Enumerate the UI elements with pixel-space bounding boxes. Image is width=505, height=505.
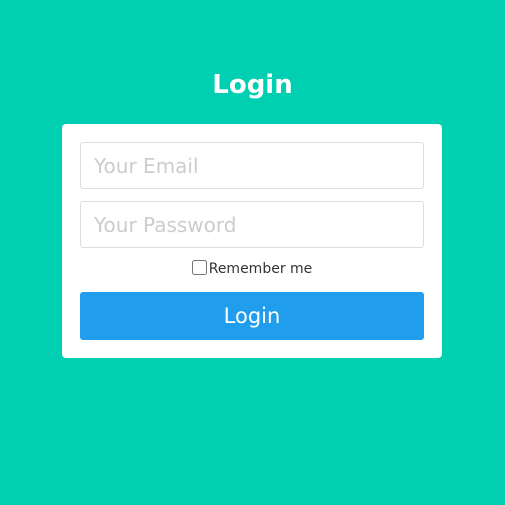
- email-input[interactable]: [80, 142, 424, 189]
- login-card: Remember me Login: [62, 124, 442, 358]
- page-title: Login: [212, 70, 293, 100]
- remember-me-label[interactable]: Remember me: [209, 261, 313, 277]
- login-button[interactable]: Login: [80, 292, 424, 340]
- remember-me-row: Remember me: [62, 260, 442, 277]
- password-input[interactable]: [80, 201, 424, 248]
- remember-me-checkbox[interactable]: [191, 260, 207, 275]
